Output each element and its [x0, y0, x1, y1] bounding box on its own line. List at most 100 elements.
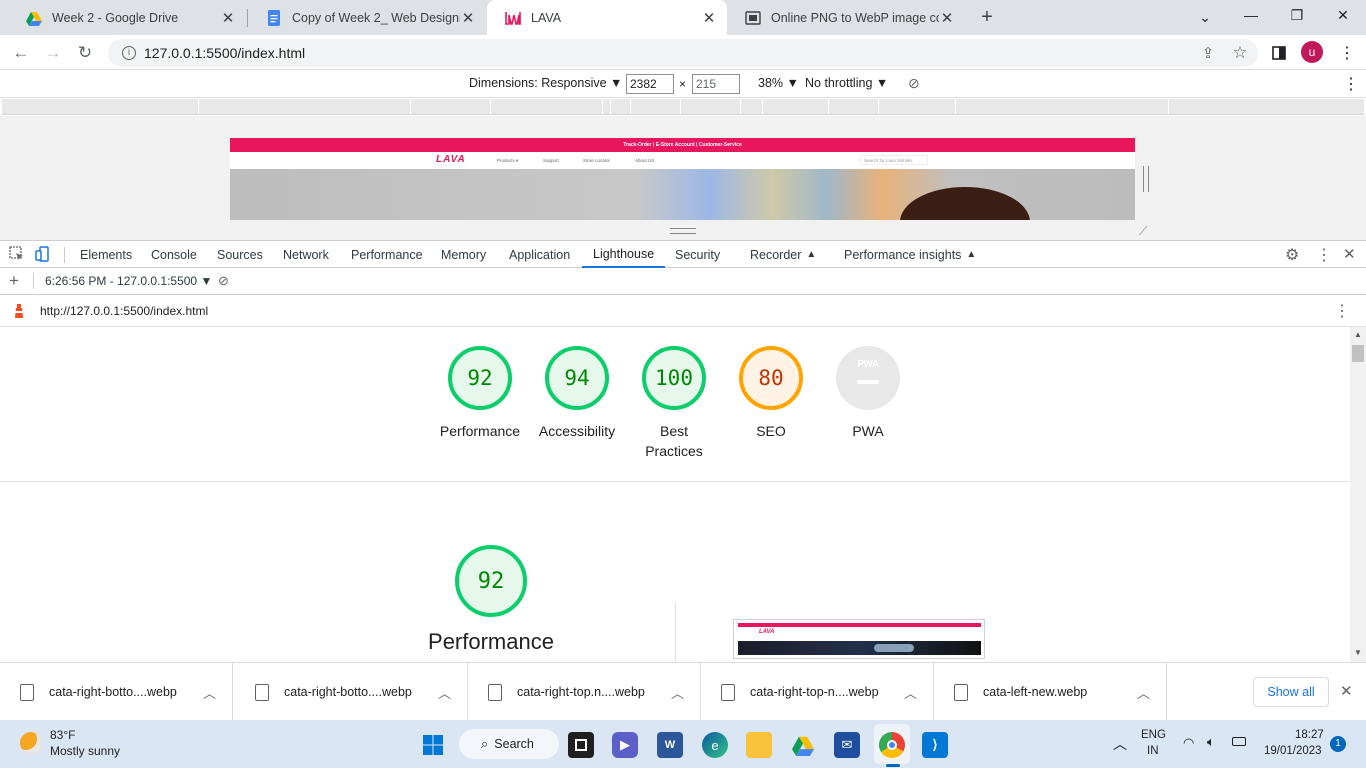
edge-icon[interactable]: e	[702, 732, 728, 758]
tab-network[interactable]: Network	[283, 241, 329, 268]
tab-google-docs[interactable]: Copy of Week 2_ Web Designing ✕	[248, 0, 486, 35]
tab-search-icon[interactable]: ⌄	[1182, 2, 1228, 32]
height-input[interactable]: 215	[692, 74, 740, 94]
download-item[interactable]: cata-right-top.n....webp ︿	[468, 663, 701, 721]
language-top[interactable]: ENG	[1141, 729, 1166, 741]
chevron-up-icon[interactable]: ︿	[1137, 683, 1150, 702]
weather-sun-icon[interactable]	[20, 732, 42, 754]
back-button[interactable]: ←	[8, 40, 34, 66]
inspect-element-icon[interactable]	[9, 246, 25, 262]
battery-icon[interactable]	[1232, 737, 1246, 746]
windows-start-icon[interactable]	[420, 732, 446, 758]
height-resize-handle[interactable]	[670, 228, 696, 234]
download-item[interactable]: cata-right-botto....webp ︿	[0, 663, 233, 721]
tab-application[interactable]: Application	[509, 241, 570, 268]
tab-sources[interactable]: Sources	[217, 241, 263, 268]
report-selector[interactable]: 6:26:56 PM - 127.0.0.1:5500 ▼	[45, 274, 212, 288]
new-report-icon[interactable]: +	[9, 271, 19, 291]
clock-time[interactable]: 18:27	[1295, 729, 1324, 741]
taskbar-search[interactable]: ⌕ Search	[459, 729, 559, 759]
word-icon[interactable]: W	[657, 732, 683, 758]
tab-performance[interactable]: Performance	[351, 241, 423, 268]
mail-icon[interactable]: ✉	[834, 732, 860, 758]
vscode-icon[interactable]: ⟩	[922, 732, 948, 758]
tab-lighthouse[interactable]: Lighthouse	[582, 241, 666, 268]
google-drive-icon[interactable]	[790, 732, 816, 758]
corner-resize-handle[interactable]: ⟋	[1139, 224, 1153, 238]
show-all-button[interactable]: Show all	[1253, 677, 1329, 707]
new-tab-button[interactable]: +	[975, 6, 999, 30]
device-toggle-icon[interactable]	[35, 246, 51, 262]
width-resize-handle[interactable]	[1143, 166, 1149, 192]
accessibility-gauge[interactable]: 94	[545, 346, 609, 410]
download-item[interactable]: cata-right-top-n....webp ︿	[701, 663, 934, 721]
tab-elements[interactable]: Elements	[80, 241, 132, 268]
download-item[interactable]: cata-right-botto....webp ︿	[235, 663, 468, 721]
profile-avatar[interactable]: u	[1301, 41, 1323, 63]
pwa-gauge[interactable]: PWA	[836, 346, 900, 410]
tab-performance-insights[interactable]: Performance insights ▲	[844, 241, 976, 268]
chrome-icon[interactable]	[879, 732, 905, 758]
share-icon[interactable]: ⇪	[1195, 40, 1221, 66]
address-bar[interactable]: i 127.0.0.1:5500/index.html	[108, 39, 1258, 67]
report-url[interactable]: http://127.0.0.1:5500/index.html	[40, 304, 208, 318]
site-info-icon[interactable]: i	[122, 46, 136, 60]
tab-memory[interactable]: Memory	[441, 241, 486, 268]
tab-converter[interactable]: Online PNG to WebP image conv ✕	[727, 0, 965, 35]
restore-button[interactable]: ❐	[1274, 0, 1320, 30]
notification-badge[interactable]: 1	[1330, 736, 1346, 752]
bookmark-star-icon[interactable]: ☆	[1227, 40, 1253, 66]
report-menu-icon[interactable]: ⋮	[1334, 301, 1350, 321]
preview-nav-item[interactable]: Support	[543, 158, 559, 163]
rotate-icon[interactable]: ⊘	[908, 75, 920, 92]
tab-console[interactable]: Console	[151, 241, 197, 268]
close-devtools-icon[interactable]: ✕	[1343, 245, 1356, 263]
download-item[interactable]: cata-left-new.webp ︿	[934, 663, 1167, 721]
chevron-up-icon[interactable]: ︿	[1113, 734, 1127, 754]
clock-date[interactable]: 19/01/2023	[1264, 745, 1322, 757]
preview-nav-item[interactable]: Store Locator	[583, 158, 610, 163]
final-screenshot-thumbnail[interactable]: LAVA	[733, 619, 985, 659]
width-input[interactable]: 2382	[626, 74, 674, 94]
close-tab-icon[interactable]: ✕	[701, 9, 717, 27]
reload-button[interactable]: ↻	[72, 40, 98, 66]
file-explorer-icon[interactable]	[746, 732, 772, 758]
close-tab-icon[interactable]: ✕	[460, 9, 476, 27]
seo-gauge[interactable]: 80	[739, 346, 803, 410]
close-tab-icon[interactable]: ✕	[220, 9, 236, 27]
preview-search-input[interactable]: Search for Lava Mobiles	[860, 155, 928, 165]
chevron-up-icon[interactable]: ︿	[904, 683, 917, 702]
wifi-icon[interactable]: ◠	[1183, 735, 1194, 751]
media-query-ruler[interactable]	[2, 99, 1364, 115]
device-menu-icon[interactable]: ⋮	[1343, 74, 1359, 94]
tab-google-drive[interactable]: Week 2 - Google Drive ✕	[8, 0, 246, 35]
close-tab-icon[interactable]: ✕	[939, 9, 955, 27]
performance-gauge[interactable]: 92	[448, 346, 512, 410]
devtools-menu-icon[interactable]: ⋮	[1316, 245, 1332, 265]
tab-recorder[interactable]: Recorder ▲	[750, 241, 816, 268]
task-view-icon[interactable]	[568, 732, 594, 758]
page-preview[interactable]: Track-Order | E-Store Account | Customer…	[230, 138, 1135, 220]
clear-reports-icon[interactable]: ⊘	[218, 273, 229, 289]
zoom-dropdown[interactable]: 38% ▼	[758, 76, 799, 90]
report-scrollbar[interactable]: ▲ ▼	[1350, 327, 1366, 662]
forward-button[interactable]: →	[40, 40, 66, 66]
dimensions-dropdown[interactable]: Dimensions: Responsive ▼	[469, 76, 622, 90]
tab-lava[interactable]: LAVA ✕	[487, 0, 727, 35]
best-practices-gauge[interactable]: 100	[642, 346, 706, 410]
throttling-dropdown[interactable]: No throttling ▼	[805, 76, 888, 90]
side-panel-icon[interactable]	[1266, 40, 1292, 66]
volume-icon[interactable]: 🔈︎	[1207, 734, 1215, 750]
tab-security[interactable]: Security	[675, 241, 720, 268]
window-close-button[interactable]: ✕	[1320, 0, 1366, 30]
teams-chat-icon[interactable]: ▶	[612, 732, 638, 758]
chevron-up-icon[interactable]: ︿	[203, 683, 216, 702]
settings-gear-icon[interactable]: ⚙	[1285, 245, 1299, 265]
minimize-button[interactable]: —	[1228, 0, 1274, 30]
close-downloads-icon[interactable]: ✕	[1340, 682, 1353, 700]
language-bottom[interactable]: IN	[1147, 745, 1159, 757]
main-performance-gauge[interactable]: 92	[455, 545, 527, 617]
chrome-menu-icon[interactable]: ⋮	[1334, 40, 1360, 66]
chevron-up-icon[interactable]: ︿	[671, 683, 684, 702]
preview-nav-item[interactable]: About US	[635, 158, 654, 163]
